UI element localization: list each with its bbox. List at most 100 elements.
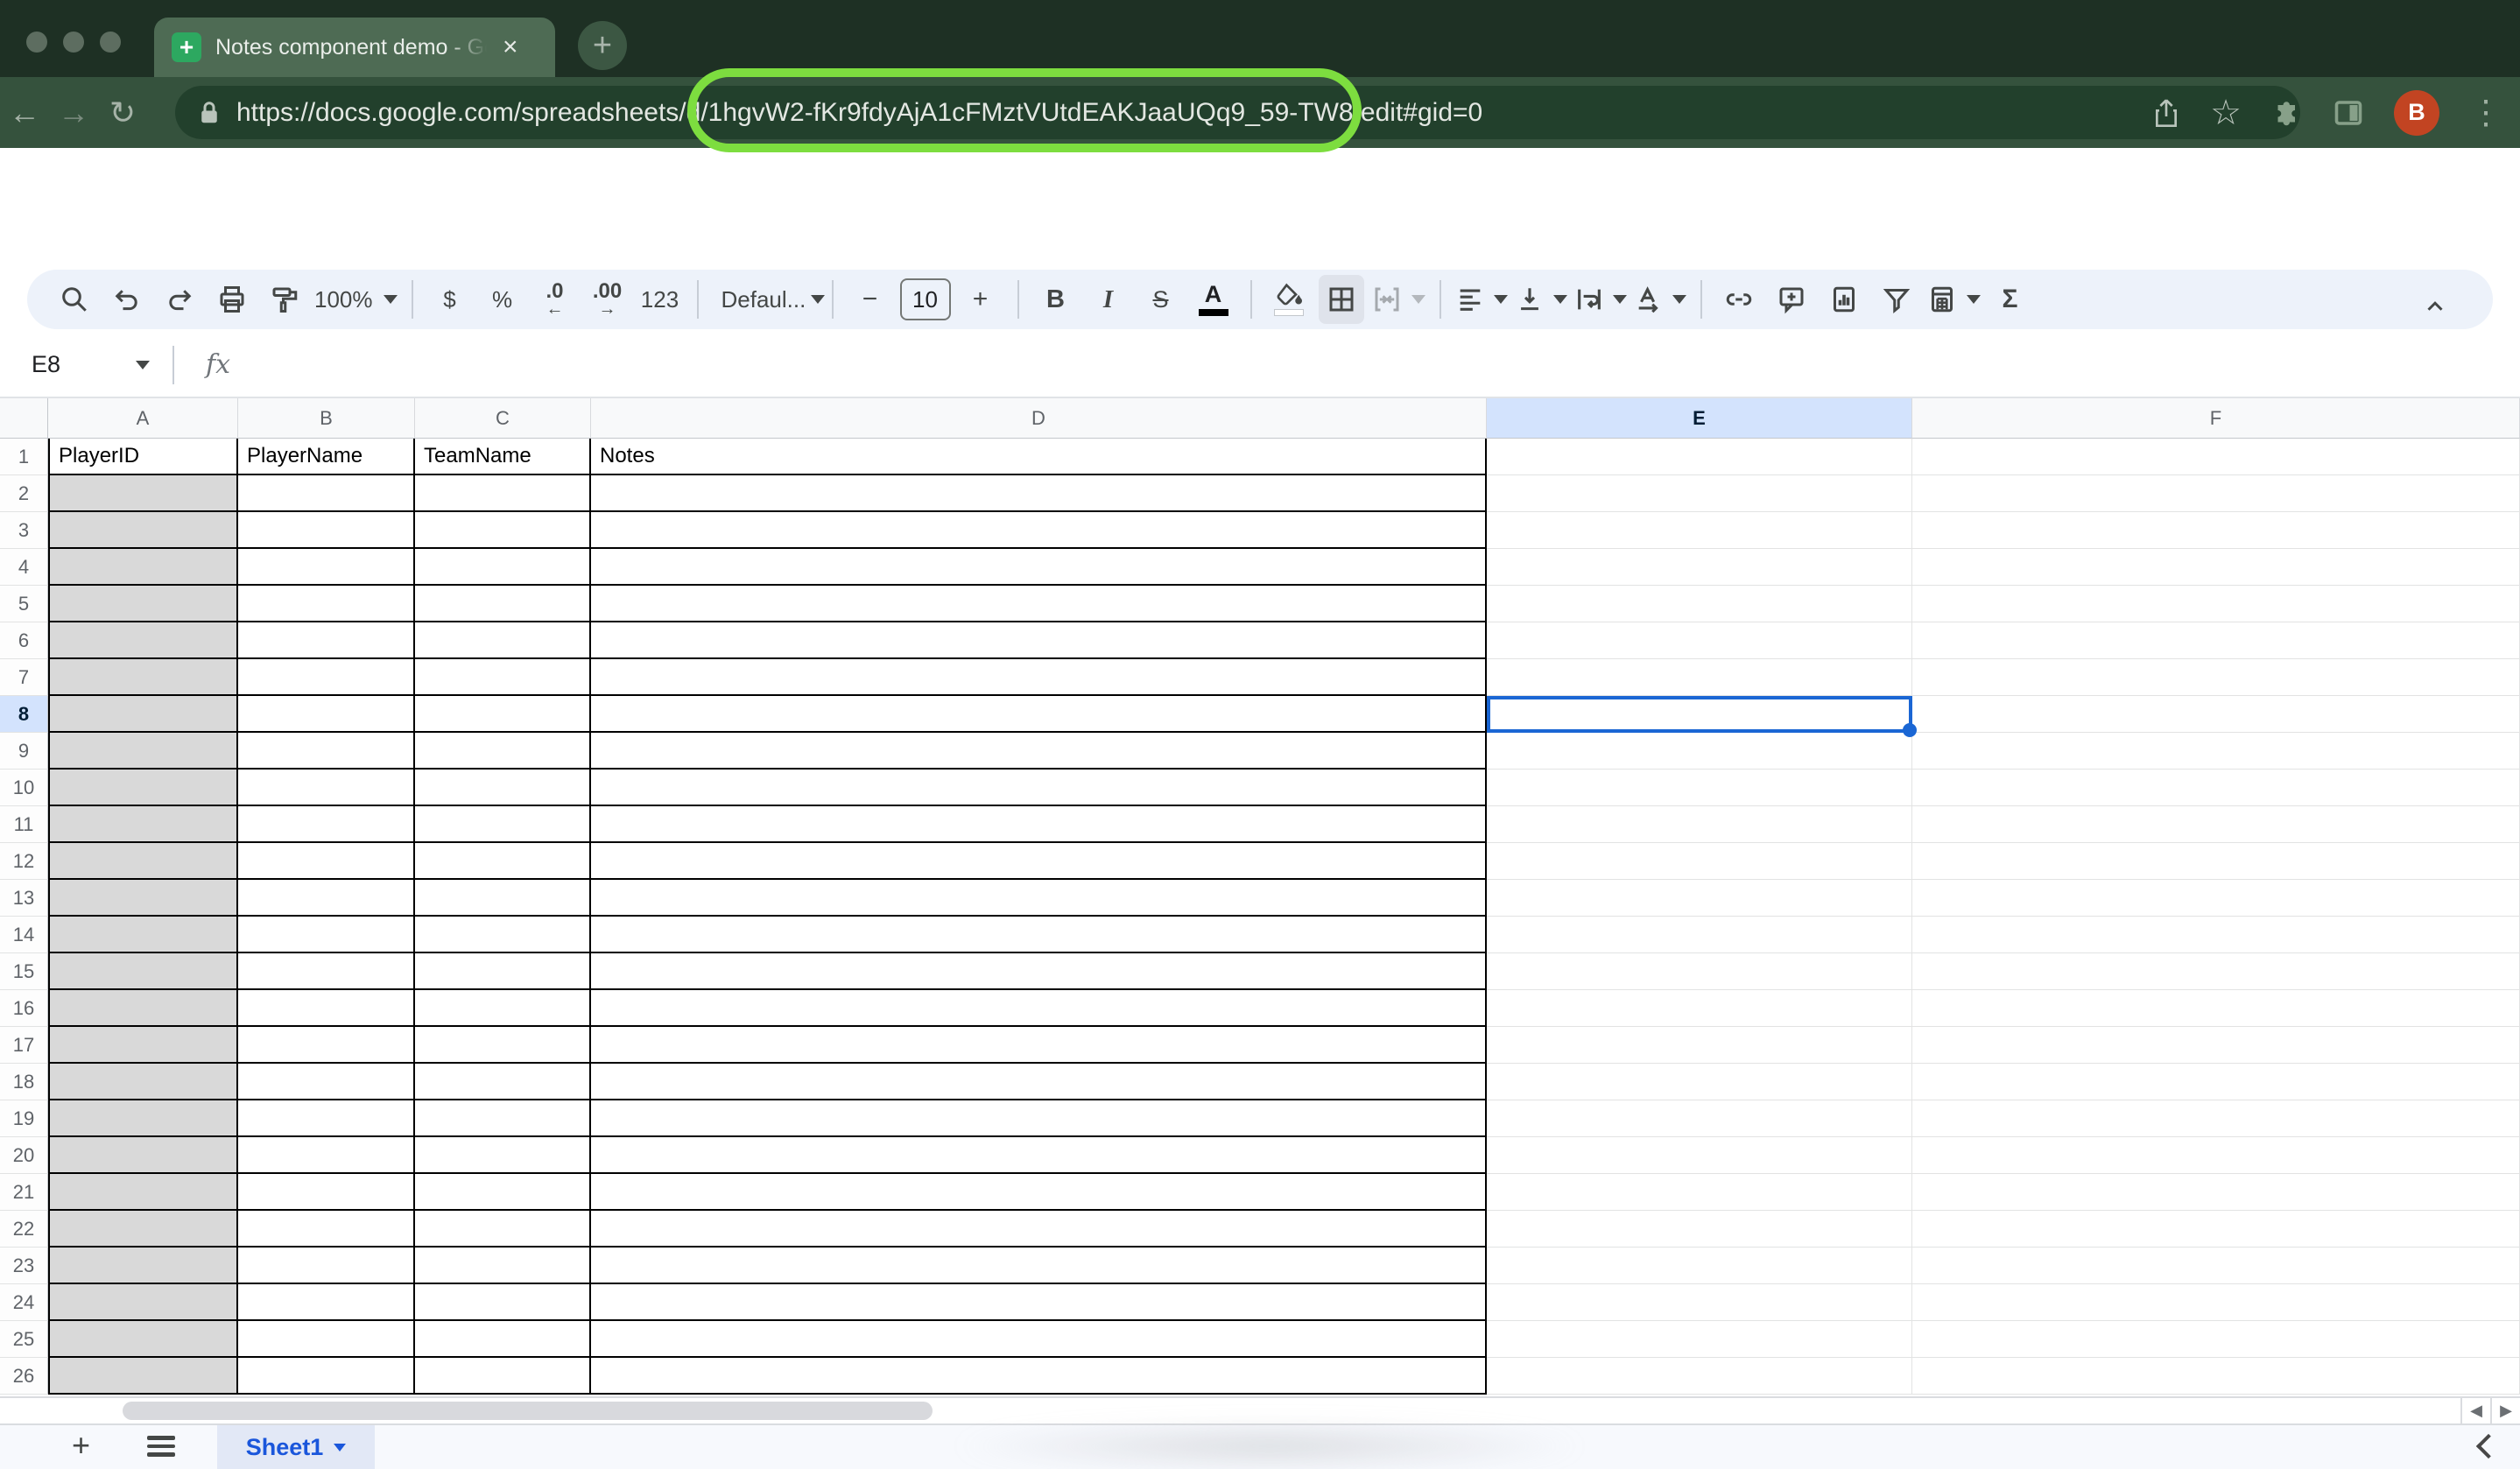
cell-F19[interactable]: [1912, 1100, 2520, 1137]
cell-D12[interactable]: [591, 843, 1487, 880]
cell-D21[interactable]: [591, 1174, 1487, 1211]
column-header-E[interactable]: E: [1487, 398, 1912, 439]
decrease-font-size-button[interactable]: −: [848, 275, 893, 324]
cell-B12[interactable]: [238, 843, 415, 880]
cell-E20[interactable]: [1487, 1137, 1912, 1174]
cell-F26[interactable]: [1912, 1358, 2520, 1395]
cell-B18[interactable]: [238, 1064, 415, 1100]
cell-D25[interactable]: [591, 1321, 1487, 1358]
cell-C22[interactable]: [415, 1211, 591, 1248]
cell-E13[interactable]: [1487, 880, 1912, 917]
row-header-4[interactable]: 4: [0, 549, 48, 586]
cell-F22[interactable]: [1912, 1211, 2520, 1248]
cell-E16[interactable]: [1487, 990, 1912, 1027]
cell-A6[interactable]: [48, 622, 238, 659]
cell-E21[interactable]: [1487, 1174, 1912, 1211]
cell-A25[interactable]: [48, 1321, 238, 1358]
format-percent-button[interactable]: %: [480, 275, 525, 324]
cell-C24[interactable]: [415, 1284, 591, 1321]
cell-F6[interactable]: [1912, 622, 2520, 659]
row-header-13[interactable]: 13: [0, 880, 48, 917]
cell-A4[interactable]: [48, 549, 238, 586]
zoom-select[interactable]: 100%: [314, 275, 398, 324]
font-size-input[interactable]: 10: [900, 278, 951, 320]
row-header-2[interactable]: 2: [0, 475, 48, 512]
reload-icon[interactable]: ↻: [98, 95, 147, 131]
cell-F14[interactable]: [1912, 917, 2520, 953]
format-currency-button[interactable]: $: [427, 275, 473, 324]
cell-E12[interactable]: [1487, 843, 1912, 880]
fill-color-button[interactable]: [1266, 275, 1312, 324]
cell-C13[interactable]: [415, 880, 591, 917]
cell-A19[interactable]: [48, 1100, 238, 1137]
cell-C26[interactable]: [415, 1358, 591, 1395]
cell-C21[interactable]: [415, 1174, 591, 1211]
cell-A9[interactable]: [48, 733, 238, 770]
cell-A5[interactable]: [48, 586, 238, 622]
window-zoom-dot[interactable]: [100, 32, 121, 53]
cell-B3[interactable]: [238, 512, 415, 549]
text-color-button[interactable]: A: [1191, 275, 1236, 324]
column-header-D[interactable]: D: [591, 398, 1487, 439]
undo-icon[interactable]: [104, 275, 150, 324]
cell-D13[interactable]: [591, 880, 1487, 917]
horizontal-align-button[interactable]: [1455, 275, 1508, 324]
cell-E25[interactable]: [1487, 1321, 1912, 1358]
cell-B21[interactable]: [238, 1174, 415, 1211]
row-header-22[interactable]: 22: [0, 1211, 48, 1248]
functions-button[interactable]: Σ: [1988, 275, 2033, 324]
cell-B5[interactable]: [238, 586, 415, 622]
cell-B22[interactable]: [238, 1211, 415, 1248]
cell-F18[interactable]: [1912, 1064, 2520, 1100]
row-header-8[interactable]: 8: [0, 696, 48, 733]
horizontal-scrollbar[interactable]: ◀ ▶: [0, 1396, 2520, 1425]
text-rotation-button[interactable]: [1634, 275, 1686, 324]
cell-C19[interactable]: [415, 1100, 591, 1137]
cell-F7[interactable]: [1912, 659, 2520, 696]
cell-D6[interactable]: [591, 622, 1487, 659]
cell-E24[interactable]: [1487, 1284, 1912, 1321]
cell-E8[interactable]: [1487, 696, 1912, 733]
cell-C6[interactable]: [415, 622, 591, 659]
row-header-17[interactable]: 17: [0, 1027, 48, 1064]
cell-E26[interactable]: [1487, 1358, 1912, 1395]
all-sheets-menu-icon[interactable]: [147, 1436, 175, 1457]
cell-D8[interactable]: [591, 696, 1487, 733]
cell-A23[interactable]: [48, 1248, 238, 1284]
cell-C16[interactable]: [415, 990, 591, 1027]
row-header-6[interactable]: 6: [0, 622, 48, 659]
cell-B14[interactable]: [238, 917, 415, 953]
cell-A10[interactable]: [48, 770, 238, 806]
name-box[interactable]: E8: [0, 351, 136, 378]
column-header-F[interactable]: F: [1912, 398, 2520, 439]
column-header-B[interactable]: B: [238, 398, 415, 439]
cell-F16[interactable]: [1912, 990, 2520, 1027]
cell-D11[interactable]: [591, 806, 1487, 843]
cell-D7[interactable]: [591, 659, 1487, 696]
browser-avatar[interactable]: B: [2394, 90, 2439, 136]
cell-A13[interactable]: [48, 880, 238, 917]
scroll-left-arrow-icon[interactable]: ◀: [2460, 1398, 2490, 1423]
cell-D17[interactable]: [591, 1027, 1487, 1064]
cell-B20[interactable]: [238, 1137, 415, 1174]
cell-A24[interactable]: [48, 1284, 238, 1321]
back-icon[interactable]: ←: [0, 95, 49, 131]
cell-D2[interactable]: [591, 475, 1487, 512]
cell-F10[interactable]: [1912, 770, 2520, 806]
print-icon[interactable]: [209, 275, 255, 324]
row-header-23[interactable]: 23: [0, 1248, 48, 1284]
cell-A17[interactable]: [48, 1027, 238, 1064]
vertical-align-button[interactable]: [1515, 275, 1567, 324]
number-format-button[interactable]: 123: [637, 275, 683, 324]
cell-E15[interactable]: [1487, 953, 1912, 990]
cell-A14[interactable]: [48, 917, 238, 953]
row-header-1[interactable]: 1: [0, 439, 48, 475]
name-box-caret-icon[interactable]: [136, 361, 150, 369]
cell-D19[interactable]: [591, 1100, 1487, 1137]
cell-B25[interactable]: [238, 1321, 415, 1358]
cell-B1[interactable]: PlayerName: [238, 439, 415, 475]
row-header-10[interactable]: 10: [0, 770, 48, 806]
row-header-18[interactable]: 18: [0, 1064, 48, 1100]
tab-close-icon[interactable]: ×: [503, 34, 518, 60]
cell-F13[interactable]: [1912, 880, 2520, 917]
